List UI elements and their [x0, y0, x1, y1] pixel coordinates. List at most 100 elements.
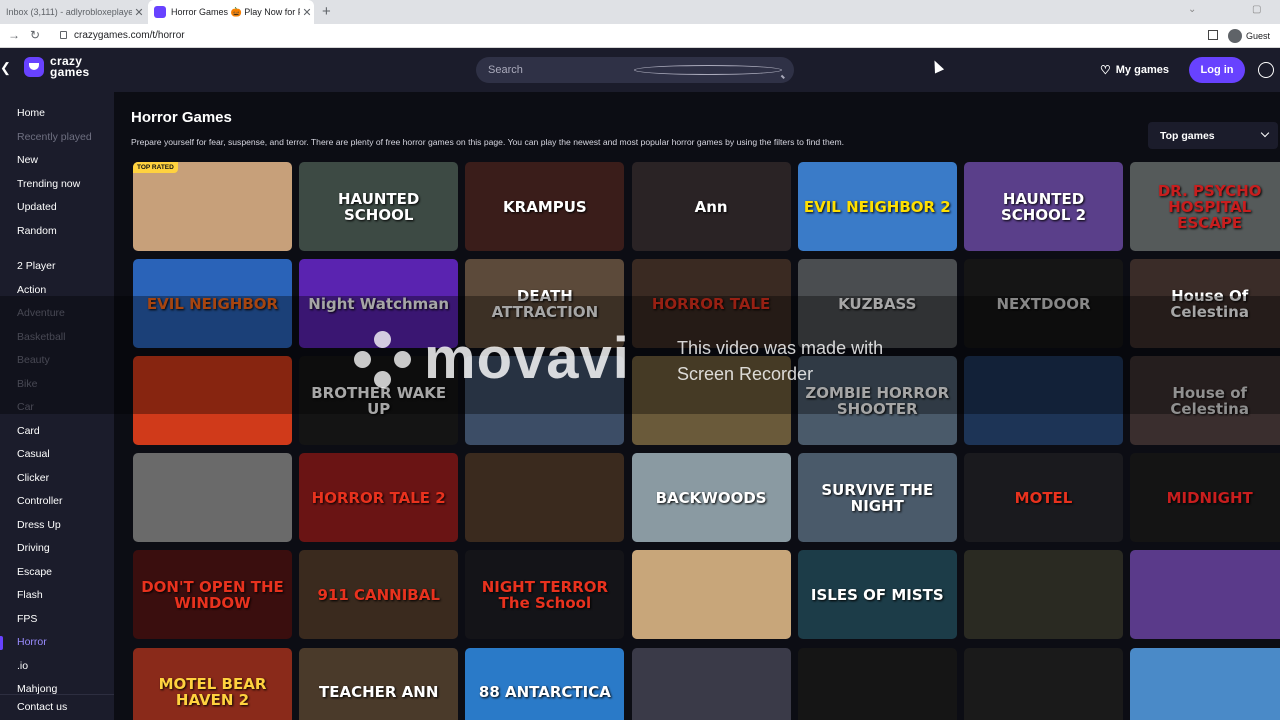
game-card[interactable]: EVIL NEIGHBOR 2 — [797, 162, 957, 251]
game-card[interactable]: KUZBASS — [797, 259, 957, 349]
game-title: NIGHT TERROR The School — [481, 577, 609, 612]
game-card[interactable]: Night Watchman — [299, 259, 459, 349]
sidebar-item[interactable]: .io — [17, 660, 28, 672]
game-card[interactable]: NEXTDOOR — [964, 259, 1123, 349]
profile-button[interactable]: Guest — [1227, 29, 1270, 43]
main-content: Horror Games Prepare yourself for fear, … — [114, 92, 1280, 720]
game-card[interactable]: ISLES OF MISTS — [797, 550, 957, 640]
game-card[interactable]: TOP RATED — [133, 162, 292, 251]
contact-us-link[interactable]: Contact us — [0, 694, 114, 720]
game-card[interactable]: DON'T OPEN THE WINDOW — [133, 550, 292, 640]
sidebar-item[interactable]: Random — [17, 225, 57, 237]
sidebar-item[interactable]: Beauty — [17, 354, 50, 366]
game-card[interactable]: Ann — [631, 162, 791, 251]
url-field[interactable]: crazygames.com/t/horror — [74, 30, 185, 41]
game-card[interactable] — [964, 356, 1123, 446]
game-card[interactable]: HAUNTED SCHOOL — [299, 162, 459, 251]
new-tab-button[interactable]: + — [322, 3, 331, 20]
game-card[interactable]: 88 ANTARCTICA — [465, 647, 625, 720]
profile-label: Guest — [1245, 31, 1270, 41]
my-games-button[interactable]: ♡ My games — [1100, 63, 1169, 77]
sidebar-item[interactable]: Trending now — [17, 178, 80, 190]
browser-tab-inbox[interactable]: Inbox (3,111) - adlyrobloxeplaye... ✕ — [0, 0, 146, 24]
restore-icon[interactable]: ▢ — [1252, 4, 1261, 15]
search-icon[interactable] — [634, 65, 782, 75]
logo-mark-icon — [24, 57, 44, 77]
sidebar-item[interactable]: 2 Player — [17, 260, 56, 272]
sidebar-item[interactable]: Card — [17, 425, 40, 437]
sidepanel-icon[interactable] — [1208, 30, 1218, 40]
sidebar-item[interactable]: Car — [17, 401, 34, 413]
sidebar-item[interactable]: Flash — [17, 589, 43, 601]
sidebar-item[interactable]: New — [17, 154, 38, 166]
game-card[interactable]: ZOMBIE HORROR SHOOTER — [797, 356, 957, 446]
sidebar-item[interactable]: Bike — [17, 378, 37, 390]
game-title: HAUNTED SCHOOL — [338, 189, 420, 224]
close-icon[interactable]: ✕ — [300, 6, 314, 19]
game-title: KUZBASS — [838, 294, 917, 313]
game-card[interactable] — [465, 453, 625, 543]
game-card[interactable]: House Of Celestina — [1130, 259, 1280, 349]
game-card[interactable] — [631, 647, 791, 720]
game-card[interactable]: 911 CANNIBAL — [299, 550, 459, 640]
game-card[interactable]: MOTEL — [964, 453, 1123, 543]
crazygames-logo[interactable]: crazy games — [24, 55, 90, 78]
game-card[interactable]: HAUNTED SCHOOL 2 — [964, 162, 1123, 251]
game-card[interactable] — [631, 550, 791, 640]
sidebar-item[interactable]: Casual — [17, 448, 50, 460]
close-icon[interactable]: ✕ — [132, 6, 146, 19]
game-card[interactable] — [631, 356, 791, 446]
sidebar-item[interactable]: Recently played — [17, 131, 92, 143]
sidebar-item[interactable]: Horror — [17, 636, 47, 648]
sidebar-item[interactable]: Home — [17, 107, 45, 119]
game-card[interactable] — [1130, 550, 1280, 640]
sidebar-item[interactable]: Controller — [17, 495, 63, 507]
user-icon[interactable] — [1258, 62, 1274, 78]
browser-tab-horror[interactable]: Horror Games 🎃 Play Now for F... ✕ — [148, 0, 314, 24]
game-card[interactable]: KRAMPUS — [465, 162, 625, 251]
sidebar-item[interactable]: Basketball — [17, 331, 65, 343]
crazygames-favicon-icon — [154, 6, 166, 18]
game-card[interactable]: NIGHT TERROR The School — [465, 550, 625, 640]
sidebar-item[interactable]: Clicker — [17, 472, 49, 484]
game-card[interactable]: MIDNIGHT — [1130, 453, 1280, 543]
game-card[interactable]: EVIL NEIGHBOR — [133, 259, 292, 349]
sidebar-item[interactable]: FPS — [17, 613, 37, 625]
game-card[interactable] — [964, 550, 1123, 640]
sidebar-item[interactable]: Escape — [17, 566, 52, 578]
lock-icon — [60, 31, 67, 39]
game-card[interactable] — [133, 453, 292, 543]
logo-text: crazy games — [50, 55, 90, 78]
reload-icon[interactable]: ↻ — [30, 28, 40, 42]
sidebar-item[interactable]: Driving — [17, 542, 50, 554]
game-card[interactable]: MOTEL BEAR HAVEN 2 — [133, 647, 292, 720]
game-card[interactable] — [964, 647, 1123, 720]
chevron-down-icon — [1260, 128, 1270, 138]
game-card[interactable] — [465, 356, 625, 446]
game-card[interactable]: DEATH ATTRACTION — [465, 259, 625, 349]
game-card[interactable]: House of Celestina — [1130, 356, 1280, 446]
game-card[interactable]: SURVIVE THE NIGHT — [797, 453, 957, 543]
search-input[interactable]: Search — [476, 57, 794, 83]
minimize-icon[interactable]: ⌄ — [1188, 4, 1196, 15]
sidebar-item[interactable]: Updated — [17, 201, 57, 213]
game-card[interactable] — [1130, 647, 1280, 720]
game-card[interactable]: BROTHER WAKE UP — [299, 356, 459, 446]
sort-dropdown[interactable]: Top games — [1148, 122, 1278, 149]
game-title: Ann — [694, 197, 728, 216]
game-card[interactable] — [133, 356, 292, 446]
game-card[interactable]: HORROR TALE 2 — [299, 453, 459, 543]
game-card[interactable]: DR. PSYCHO HOSPITAL ESCAPE — [1130, 162, 1280, 251]
sidebar-item[interactable]: Dress Up — [17, 519, 61, 531]
sidebar-item[interactable]: Action — [17, 284, 46, 296]
login-button[interactable]: Log in — [1189, 57, 1245, 83]
game-card[interactable]: BACKWOODS — [631, 453, 791, 543]
menu-toggle-icon[interactable]: ❮ — [0, 60, 11, 76]
game-card[interactable]: HORROR TALE — [631, 259, 791, 349]
game-title: EVIL NEIGHBOR 2 — [803, 197, 951, 216]
game-card[interactable] — [797, 647, 957, 720]
game-card[interactable]: TEACHER ANN — [299, 647, 459, 720]
forward-icon[interactable]: → — [8, 28, 20, 42]
game-title: DON'T OPEN THE WINDOW — [141, 577, 284, 612]
sidebar-item[interactable]: Adventure — [17, 307, 65, 319]
